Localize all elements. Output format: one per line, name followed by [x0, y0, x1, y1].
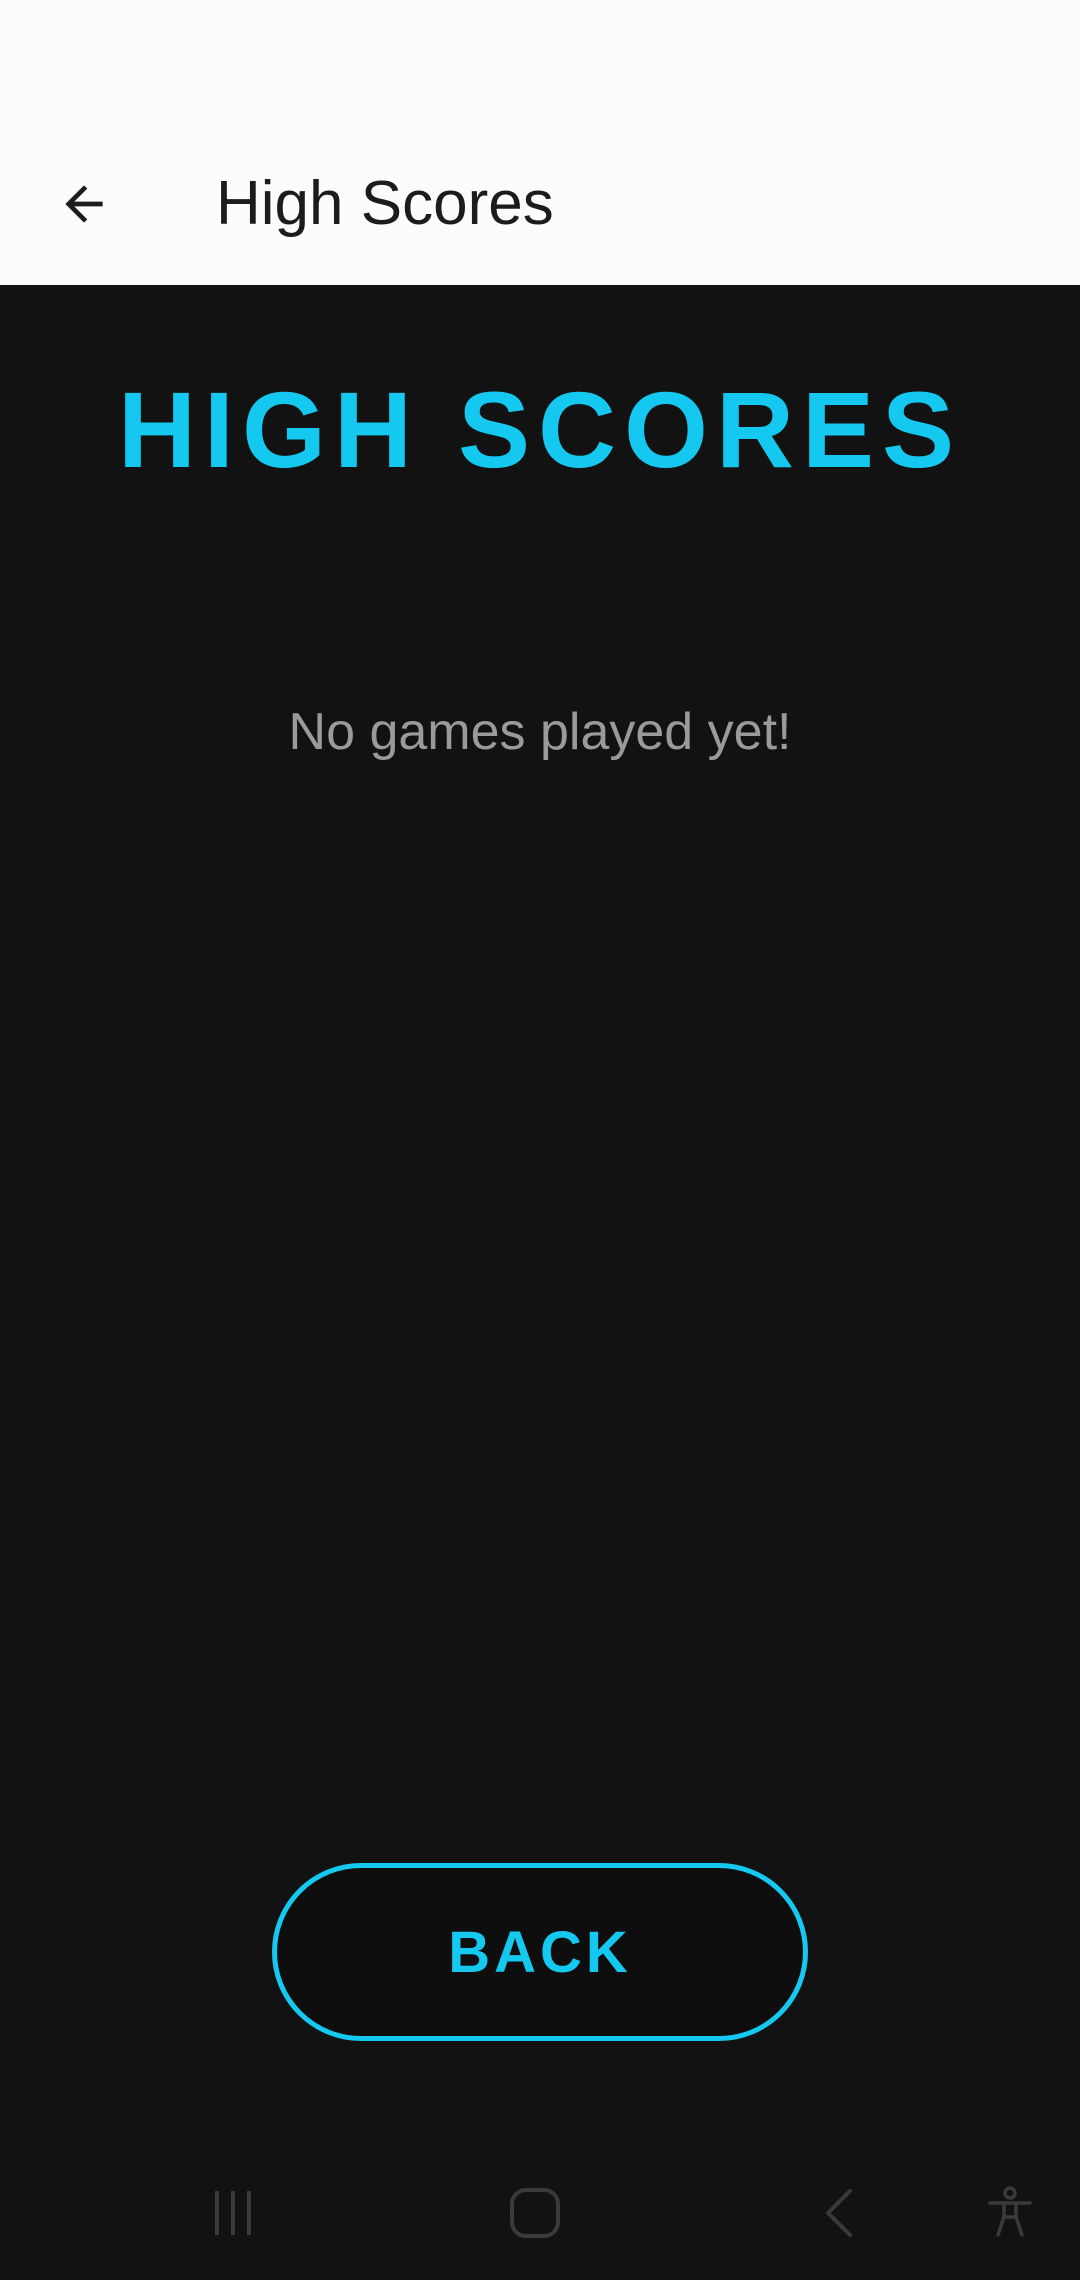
home-icon[interactable]: [495, 2173, 575, 2253]
arrow-left-icon[interactable]: [52, 172, 116, 236]
status-bar: [0, 0, 1080, 150]
main-content: HIGH SCORES No games played yet! BACK: [0, 285, 1080, 2145]
nav-back-icon[interactable]: [800, 2173, 880, 2253]
empty-state-message: No games played yet!: [288, 703, 792, 761]
recents-icon[interactable]: [193, 2173, 273, 2253]
app-bar-title: High Scores: [216, 169, 554, 238]
high-scores-screen: High Scores HIGH SCORES No games played …: [0, 0, 1080, 2280]
back-button[interactable]: BACK: [272, 1863, 808, 2041]
accessibility-icon[interactable]: [970, 2173, 1050, 2253]
page-title: HIGH SCORES: [117, 369, 963, 490]
system-nav-bar: [0, 2145, 1080, 2280]
back-button-label: BACK: [448, 1919, 632, 1985]
app-bar: High Scores: [0, 150, 1080, 285]
